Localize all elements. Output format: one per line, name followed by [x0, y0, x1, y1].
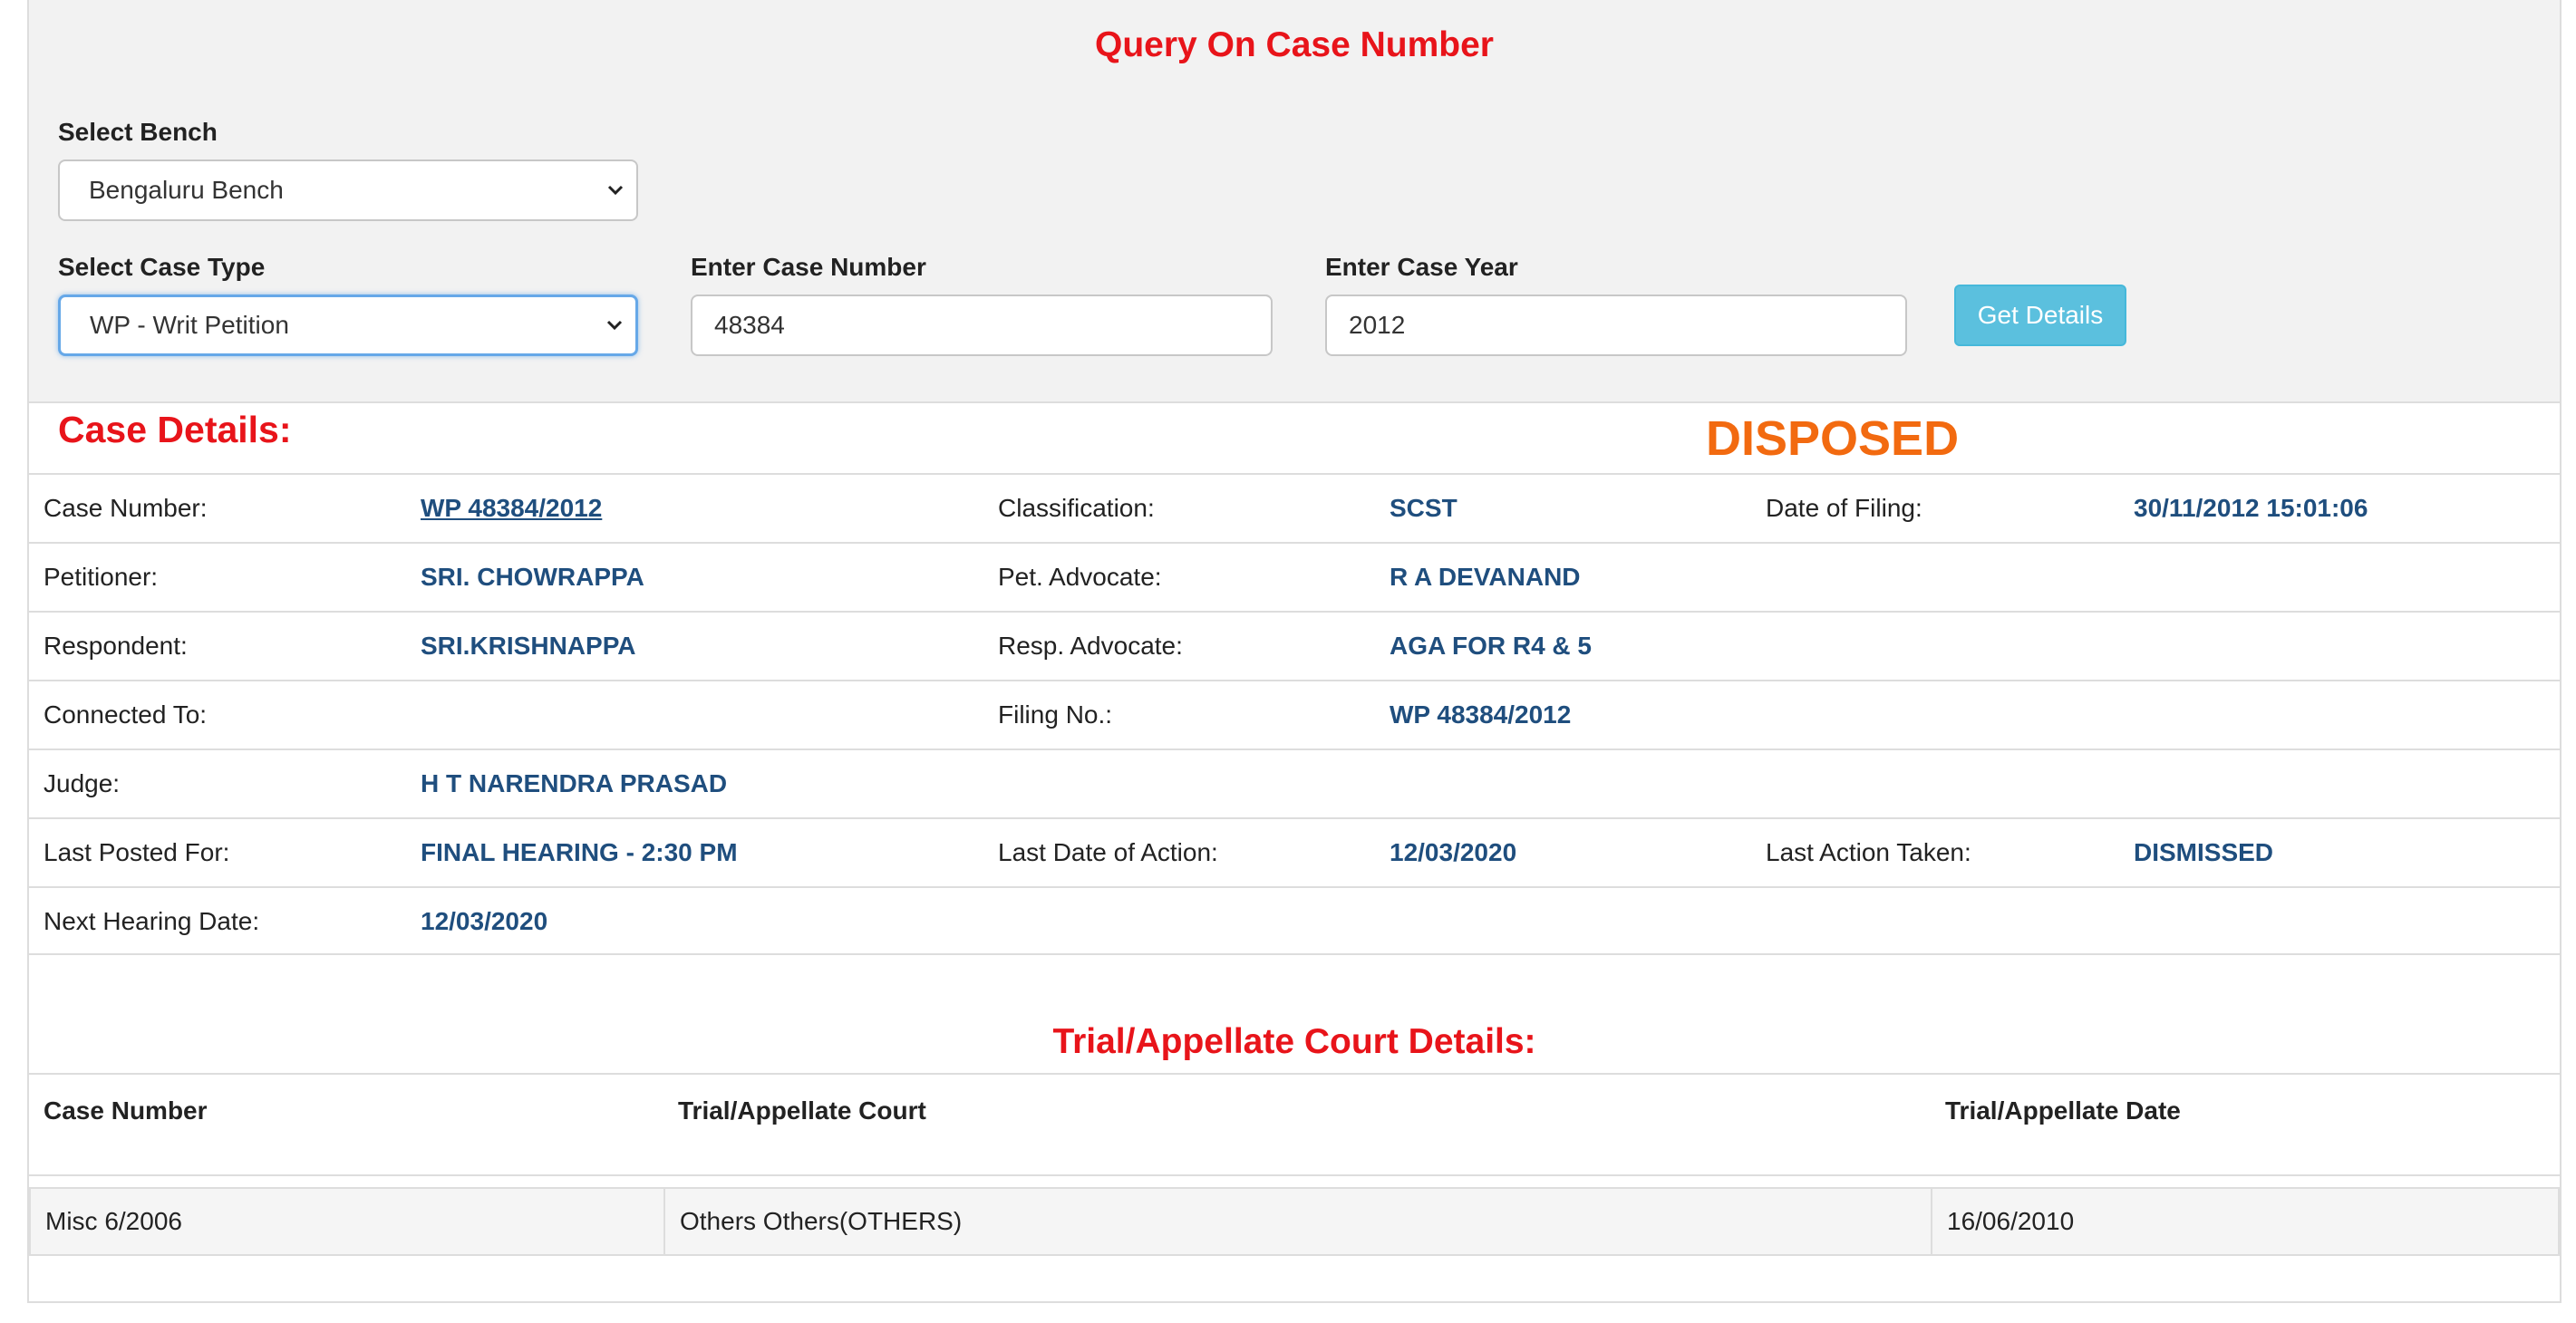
trial-table: Case Number Trial/Appellate Court Trial/… [29, 1073, 2560, 1256]
table-row: Misc 6/2006 Others Others(OTHERS) 16/06/… [29, 1187, 2560, 1256]
trial-col-court: Trial/Appellate Court [678, 1096, 926, 1125]
pet-advocate-label: Pet. Advocate: [998, 563, 1162, 591]
case-row-respondent: Respondent: SRI.KRISHNAPPA Resp. Advocat… [29, 611, 2560, 680]
last-action-value: DISMISSED [2134, 838, 2274, 866]
filing-no-value: WP 48384/2012 [1390, 700, 1572, 729]
respondent-value: SRI.KRISHNAPPA [421, 632, 636, 660]
main-panel: Query On Case Number Select Bench Bengal… [27, 0, 2561, 1303]
case-row-judge: Judge: H T NARENDRA PRASAD [29, 748, 2560, 817]
resp-advocate-label: Resp. Advocate: [998, 632, 1183, 660]
trial-heading: Trial/Appellate Court Details: [1052, 1022, 1536, 1061]
trial-cell-court: Others Others(OTHERS) [665, 1189, 1932, 1254]
chevron-down-icon [603, 314, 626, 337]
case-type-select-value: WP - Writ Petition [90, 311, 289, 339]
judge-value: H T NARENDRA PRASAD [421, 769, 728, 797]
classification-value: SCST [1390, 494, 1457, 522]
petitioner-label: Petitioner: [44, 563, 159, 591]
pet-advocate-value: R A DEVANAND [1390, 563, 1581, 591]
case-type-label: Select Case Type [58, 253, 266, 281]
case-year-label: Enter Case Year [1325, 253, 1518, 281]
date-of-filing-label: Date of Filing: [1766, 494, 1922, 522]
case-number-label: Case Number: [44, 494, 208, 522]
petitioner-value: SRI. CHOWRAPPA [421, 563, 644, 591]
next-hearing-label: Next Hearing Date: [44, 907, 260, 935]
connected-to-label: Connected To: [44, 700, 208, 729]
case-year-input[interactable]: 2012 [1325, 295, 1907, 356]
case-number-label: Enter Case Number [691, 253, 926, 281]
case-row-number: Case Number: WP 48384/2012 Classificatio… [29, 473, 2560, 542]
case-status: DISPOSED [1706, 411, 1960, 466]
last-posted-value: FINAL HEARING - 2:30 PM [421, 838, 738, 866]
case-row-last-posted: Last Posted For: FINAL HEARING - 2:30 PM… [29, 817, 2560, 886]
get-details-button[interactable]: Get Details [1954, 285, 2126, 346]
last-date-value: 12/03/2020 [1390, 838, 1517, 866]
case-number-input-value: 48384 [714, 311, 785, 339]
last-posted-label: Last Posted For: [44, 838, 230, 866]
classification-label: Classification: [998, 494, 1155, 522]
last-action-label: Last Action Taken: [1766, 838, 1971, 866]
case-number-link[interactable]: WP 48384/2012 [421, 475, 602, 542]
case-type-select[interactable]: WP - Writ Petition [58, 295, 638, 356]
next-hearing-value: 12/03/2020 [421, 907, 548, 935]
bench-select[interactable]: Bengaluru Bench [58, 159, 638, 221]
query-title: Query On Case Number [1095, 25, 1494, 64]
trial-cell-case-number: Misc 6/2006 [31, 1189, 665, 1254]
chevron-down-icon [604, 179, 627, 202]
case-number-input[interactable]: 48384 [691, 295, 1273, 356]
case-year-input-value: 2012 [1349, 311, 1406, 339]
date-of-filing-value: 30/11/2012 15:01:06 [2134, 494, 2368, 522]
resp-advocate-value: AGA FOR R4 & 5 [1390, 632, 1592, 660]
judge-label: Judge: [44, 769, 121, 797]
trial-col-date: Trial/Appellate Date [1945, 1096, 2181, 1125]
case-row-connected: Connected To: Filing No.: WP 48384/2012 [29, 680, 2560, 748]
last-date-label: Last Date of Action: [998, 838, 1218, 866]
query-form: Query On Case Number Select Bench Bengal… [29, 0, 2560, 403]
case-row-next-hearing: Next Hearing Date: 12/03/2020 [29, 886, 2560, 955]
case-details-heading: Case Details: [58, 409, 292, 450]
filing-no-label: Filing No.: [998, 700, 1113, 729]
trial-table-header: Case Number Trial/Appellate Court Trial/… [29, 1073, 2560, 1176]
respondent-label: Respondent: [44, 632, 188, 660]
bench-label: Select Bench [58, 118, 218, 146]
case-details-grid: Case Number: WP 48384/2012 Classificatio… [29, 473, 2560, 955]
trial-col-case-number: Case Number [44, 1096, 208, 1125]
case-row-petitioner: Petitioner: SRI. CHOWRAPPA Pet. Advocate… [29, 542, 2560, 611]
bench-select-value: Bengaluru Bench [89, 176, 284, 204]
trial-cell-date: 16/06/2010 [1947, 1207, 2075, 1235]
